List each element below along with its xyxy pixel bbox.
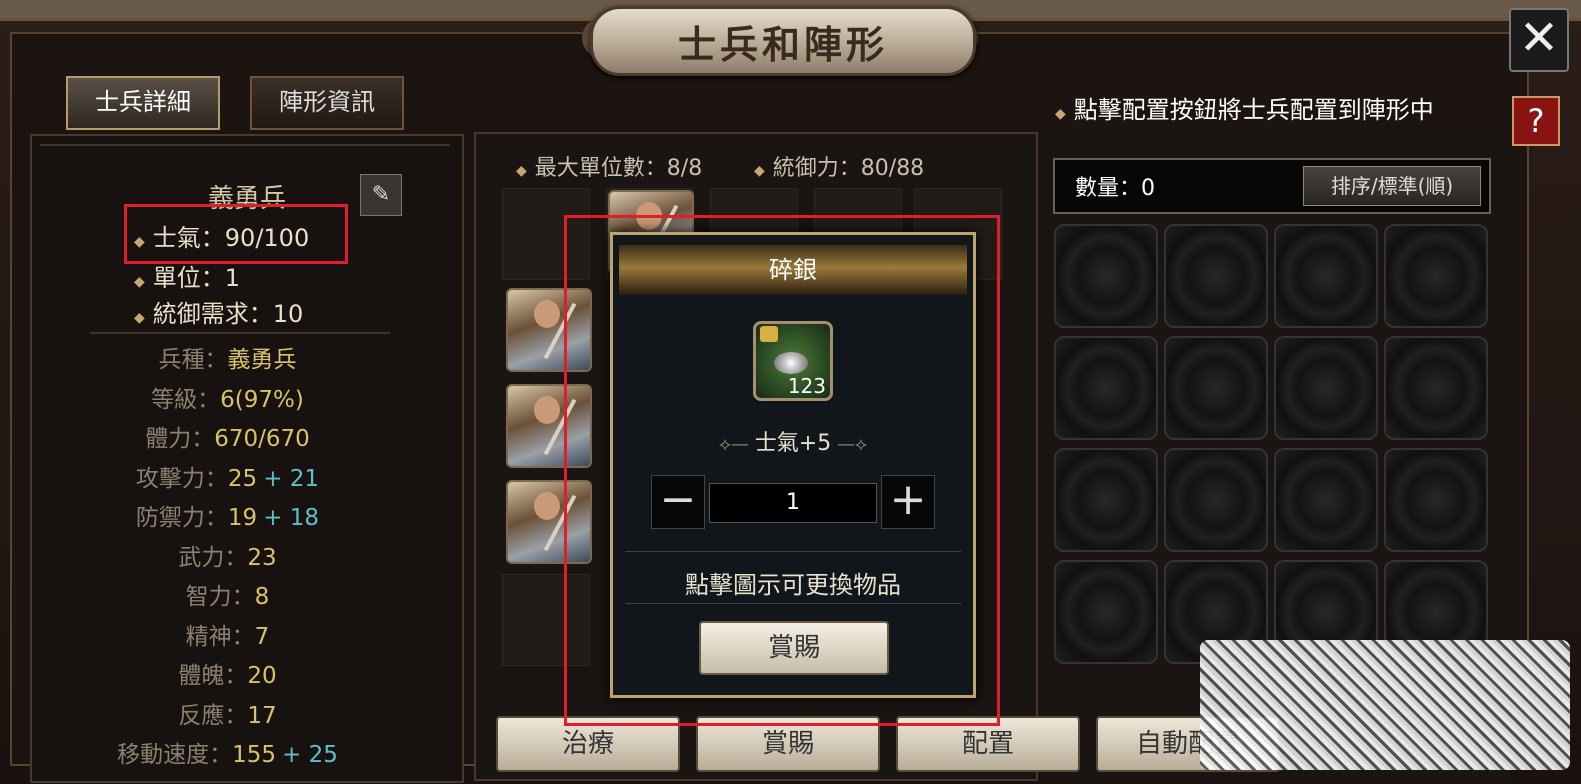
tab-formation-info[interactable]: 陣形資訊 [250,76,404,130]
inventory-slot[interactable] [1164,224,1268,328]
attribute-bonus: + 21 [263,465,320,492]
morale-highlight-box [124,204,348,264]
instruction-hint: ◆ 點擊配置按鈕將士兵配置到陣形中 [1055,96,1434,124]
edit-name-button[interactable]: ✎ [360,174,402,216]
attribute-label: 移動速度： [117,742,233,768]
watermark-overlay [1200,640,1570,770]
attribute-label: 體魄： [178,663,248,689]
attribute-label: 攻擊力： [135,465,228,492]
attribute-value: 6(97%) [220,386,304,413]
inventory-slot[interactable] [1384,224,1488,328]
attribute-value: 8 [254,584,270,610]
inventory-slot[interactable] [1164,336,1268,440]
attribute-value: 17 [247,702,277,729]
inventory-slot[interactable] [1054,224,1158,328]
inventory-slot[interactable] [1054,336,1158,440]
close-icon: ✕ [1518,10,1560,66]
attribute-row: 兵種：義勇兵 [0,340,455,374]
command-info: ◆ 統御力：80/88 [754,156,925,181]
attribute-label: 防禦力： [135,505,228,531]
soldier-face [534,396,560,424]
attribute-value: 670/670 [214,426,310,452]
attribute-bonus: + 25 [282,742,338,768]
attribute-row: 體力：670/670 [0,419,455,453]
bullet-icon: ◆ [516,163,527,179]
close-button[interactable]: ✕ [1509,8,1569,72]
attribute-value: 義勇兵 [227,347,297,373]
inventory-slot[interactable] [1384,448,1488,552]
soldier-face [534,492,560,520]
inventory-slot[interactable] [1164,448,1268,552]
inventory-slot[interactable] [1274,448,1378,552]
attribute-row: 移動速度：155 + 25 [0,735,455,769]
attribute-label: 精神： [185,623,255,650]
attribute-bonus: + 18 [263,505,320,531]
inventory-slot[interactable] [1054,560,1158,664]
command-requirement-stat: ◆ 統御需求：10 [134,300,304,328]
popup-highlight-box [564,215,1000,726]
attribute-label: 兵種： [158,347,228,373]
attribute-label: 武力： [178,544,248,571]
soldier-face [534,300,560,328]
inventory-slot[interactable] [1384,336,1488,440]
stat-divider [90,332,390,334]
max-units-info: ◆ 最大單位數：8/8 [516,156,703,181]
tab-soldier-details[interactable]: 士兵詳細 [66,76,220,130]
window-title-plate: 士兵和陣形 [590,6,976,76]
attribute-value: 25 [227,465,258,492]
attribute-row: 反應：17 [0,696,455,730]
attribute-row: 防禦力：19 + 18 [0,498,455,532]
inventory-quantity: 數量：0 [1075,176,1155,201]
bullet-icon: ◆ [1055,106,1066,122]
bullet-icon: ◆ [134,274,145,290]
attribute-row: 攻擊力：25 + 21 [0,459,455,493]
attribute-label: 等級： [151,386,221,413]
inventory-slot[interactable] [1274,224,1378,328]
sort-button[interactable]: 排序/標準(順) [1303,166,1481,206]
attribute-label: 反應： [178,702,248,729]
bullet-icon: ◆ [754,163,765,179]
attribute-row: 等級：6(97%) [0,380,455,414]
attribute-value: 7 [254,623,270,650]
attribute-value: 20 [247,663,277,689]
inventory-quantity-bar: 數量：0 排序/標準(順) [1053,158,1491,214]
attribute-value: 19 [227,505,258,531]
attribute-row: 體魄：20 [0,656,455,690]
inventory-slot[interactable] [1274,336,1378,440]
help-button[interactable]: ? [1512,96,1560,146]
attribute-value: 23 [247,544,277,571]
attribute-label: 智力： [185,584,255,610]
attribute-row: 武力：23 [0,538,455,572]
attribute-row: 精神：7 [0,617,455,651]
attribute-row: 智力：8 [0,577,455,611]
bullet-icon: ◆ [134,310,145,326]
window-title: 士兵和陣形 [677,22,888,67]
pencil-icon: ✎ [371,182,391,207]
inventory-slot[interactable] [1054,448,1158,552]
help-icon: ? [1527,102,1545,140]
attribute-value: 155 [232,742,277,768]
attribute-label: 體力： [145,426,215,452]
